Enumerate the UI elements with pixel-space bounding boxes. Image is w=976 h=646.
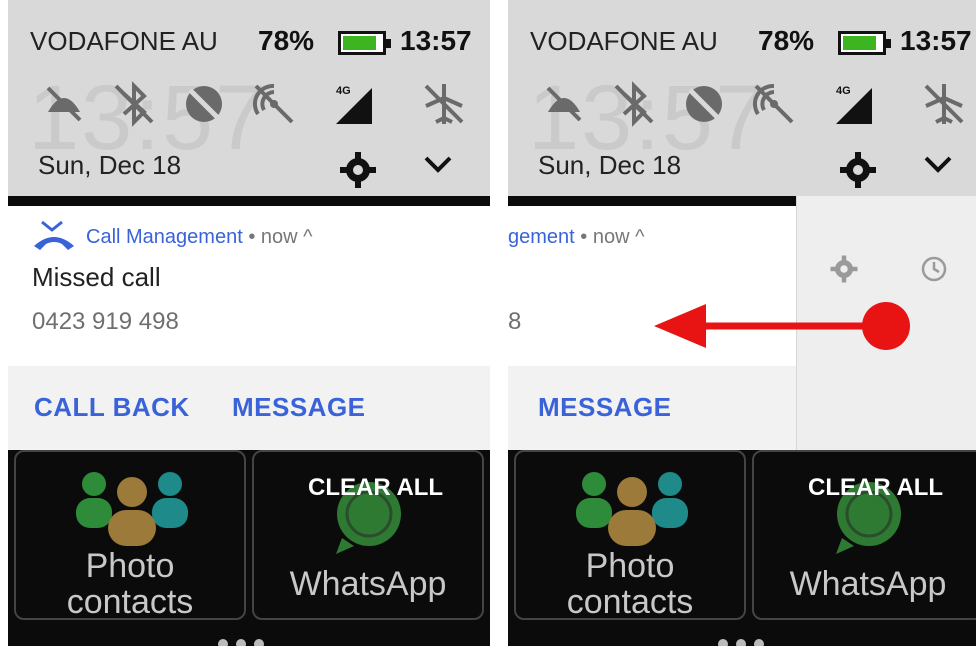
settings-gear-icon[interactable]	[338, 150, 378, 190]
signal-4g-icon[interactable]: 4G	[830, 80, 878, 128]
signal-4g-icon[interactable]: 4G	[330, 80, 378, 128]
photo-contacts-tile[interactable]: Photo contacts	[514, 450, 746, 620]
photo-contacts-label-line2: contacts	[66, 583, 194, 621]
page-indicator	[218, 636, 272, 646]
swipe-left-arrow-icon	[654, 302, 910, 350]
caller-number-partial: 8	[508, 308, 522, 335]
app-name: Call Management	[86, 226, 243, 248]
notification-shade-header: 13:57 VODAFONE AU 78% 13:57 4G Sun, Dec …	[508, 0, 976, 196]
expand-chevron-icon[interactable]	[920, 150, 956, 180]
app-name-partial: gement	[508, 226, 575, 248]
notification-time: now	[260, 226, 298, 248]
photo-contacts-label-line1: Photo	[585, 547, 675, 585]
collapse-caret-icon[interactable]: ^	[303, 226, 312, 248]
quick-settings-row: 4G	[530, 80, 976, 140]
hotspot-off-icon[interactable]	[250, 80, 298, 128]
notification-app-row: Call Management • now ^	[86, 226, 313, 248]
notification-settings-gear-icon[interactable]	[829, 254, 859, 284]
carrier-name: VODAFONE AU	[530, 26, 718, 56]
airplane-off-icon[interactable]	[920, 80, 968, 128]
data-saver-icon[interactable]	[680, 80, 728, 128]
call-back-button[interactable]: CALL BACK	[34, 392, 190, 423]
caller-number: 0423 919 498	[32, 308, 179, 335]
clear-all-button[interactable]: CLEAR ALL	[308, 474, 443, 502]
bluetooth-off-icon[interactable]	[110, 80, 158, 128]
message-button[interactable]: MESSAGE	[232, 392, 366, 423]
clear-all-button[interactable]: CLEAR ALL	[808, 474, 943, 502]
people-group-icon	[76, 472, 188, 546]
status-time: 13:57	[900, 25, 972, 56]
message-button[interactable]: MESSAGE	[538, 392, 672, 423]
battery-percent: 78%	[258, 25, 315, 56]
whatsapp-label: WhatsApp	[289, 565, 447, 603]
page-indicator	[718, 636, 772, 646]
quick-settings-row: 4G	[30, 80, 490, 140]
photo-contacts-tile[interactable]: Photo contacts	[14, 450, 246, 620]
do-not-disturb-off-icon[interactable]	[40, 80, 88, 128]
notification-time: now	[592, 226, 630, 248]
airplane-off-icon[interactable]	[420, 80, 468, 128]
settings-gear-icon[interactable]	[838, 150, 878, 190]
date-label: Sun, Dec 18	[538, 150, 682, 180]
photo-contacts-label-line1: Photo	[85, 547, 175, 585]
hotspot-off-icon[interactable]	[750, 80, 798, 128]
notification-title: Missed call	[32, 262, 161, 292]
screenshot-during-swipe: 13:57 VODAFONE AU 78% 13:57 4G Sun, Dec …	[508, 0, 976, 646]
data-saver-icon[interactable]	[180, 80, 228, 128]
screenshot-before-swipe: 13:57 VODAFONE AU 78% 13:57 4G Sun, Dec …	[8, 0, 490, 646]
status-time: 13:57	[400, 25, 472, 56]
date-label: Sun, Dec 18	[38, 150, 182, 180]
expand-chevron-icon[interactable]	[420, 150, 456, 180]
battery-icon	[338, 31, 391, 55]
bluetooth-off-icon[interactable]	[610, 80, 658, 128]
collapse-caret-icon[interactable]: ^	[635, 226, 644, 248]
battery-percent: 78%	[758, 25, 815, 56]
missed-call-icon	[34, 220, 74, 250]
notification-shade-header: 13:57 VODAFONE AU 78% 13:57 4G Sun, Dec …	[8, 0, 490, 196]
people-group-icon	[576, 472, 688, 546]
battery-icon	[838, 31, 891, 55]
carrier-name: VODAFONE AU	[30, 26, 218, 56]
photo-contacts-label-line2: contacts	[566, 583, 694, 621]
svg-text:4G: 4G	[336, 85, 351, 97]
snooze-clock-icon[interactable]	[919, 254, 949, 284]
notification-app-row: gement • now ^	[508, 226, 645, 248]
svg-text:4G: 4G	[836, 85, 851, 97]
do-not-disturb-off-icon[interactable]	[540, 80, 588, 128]
whatsapp-label: WhatsApp	[789, 565, 947, 603]
